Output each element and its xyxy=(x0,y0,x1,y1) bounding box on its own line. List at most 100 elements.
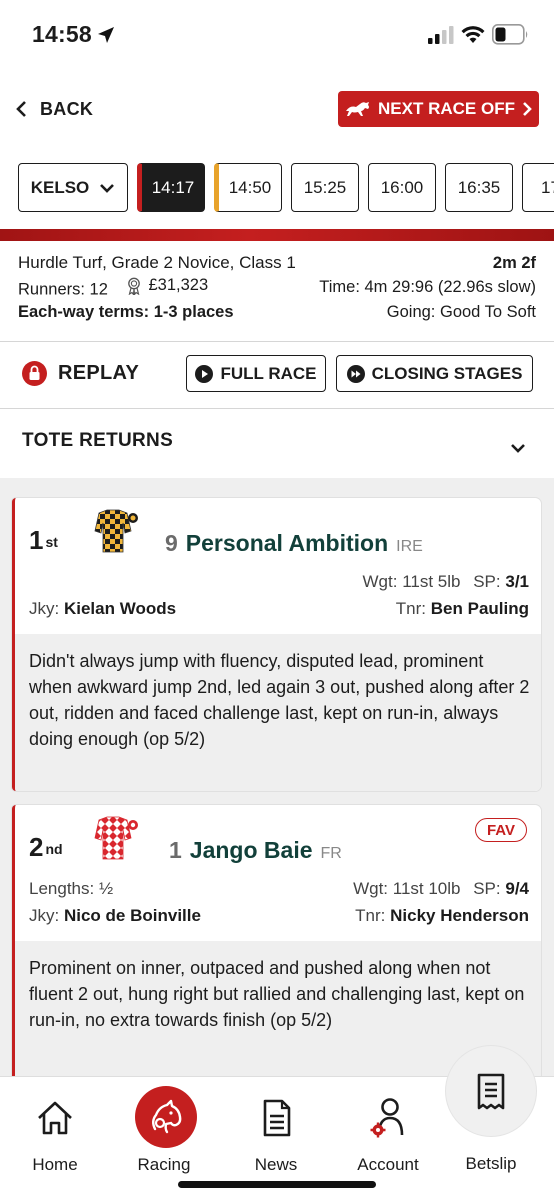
horse-line: 9 Personal Ambition IRE xyxy=(165,530,423,557)
race-time-chip[interactable]: 16:00 xyxy=(368,163,436,212)
race-comment: Didn't always jump with fluency, dispute… xyxy=(15,634,541,791)
chevron-down-icon xyxy=(511,444,525,453)
lengths-value: ½ xyxy=(98,879,114,898)
race-info: Hurdle Turf, Grade 2 Novice, Class 1 2m … xyxy=(18,251,536,325)
replay-row: REPLAY FULL RACE CLOSING STAGES xyxy=(20,352,540,396)
full-race-button[interactable]: FULL RACE xyxy=(186,355,326,392)
chevron-right-icon xyxy=(523,102,532,116)
lock-icon xyxy=(22,361,47,386)
horse-name[interactable]: Personal Ambition xyxy=(186,530,388,557)
sp-label: SP: xyxy=(473,879,501,898)
tab-home[interactable]: Home xyxy=(5,1077,105,1187)
weight-sp-row: Lengths: ½ Wgt: 11st 10lb SP: 9/4 xyxy=(29,879,529,899)
jockey-silks-icon xyxy=(94,816,138,860)
race-time-chip[interactable]: 14:50 xyxy=(214,163,282,212)
race-time-chip[interactable]: 14:17 xyxy=(137,163,205,212)
race-time-chip[interactable]: 15:25 xyxy=(291,163,359,212)
position-number: 1 xyxy=(29,525,44,555)
weight-value: 11st 5lb xyxy=(402,572,461,591)
race-time: Time: 4m 29:96 (22.96s slow) xyxy=(319,278,536,297)
jockey-silks-icon xyxy=(94,509,138,553)
trainer-label: Tnr: xyxy=(395,599,427,618)
position-number: 2 xyxy=(29,832,44,862)
each-way-terms: Each-way terms: 1-3 places xyxy=(18,302,234,321)
tote-returns-toggle[interactable]: TOTE RETURNS xyxy=(0,408,554,478)
horse-number: 9 xyxy=(165,530,178,556)
home-indicator xyxy=(178,1181,376,1188)
sp-value: 9/4 xyxy=(505,879,529,898)
going: Going: Good To Soft xyxy=(386,302,536,321)
tote-returns-label: TOTE RETURNS xyxy=(22,430,174,451)
jockey-label: Jky: xyxy=(29,599,60,618)
jockey-name: Nico de Boinville xyxy=(63,906,201,925)
favourite-badge: FAV xyxy=(475,818,527,842)
battery-icon xyxy=(492,24,528,45)
tab-news-label: News xyxy=(254,1155,298,1174)
trainer-label: Tnr: xyxy=(355,906,386,925)
horse-line: 1 Jango Baie FR xyxy=(169,837,342,864)
next-race-label: NEXT RACE OFF xyxy=(378,99,515,118)
position-suffix: nd xyxy=(45,841,63,857)
location-arrow-icon xyxy=(98,27,114,43)
chevron-down-icon xyxy=(100,183,115,193)
race-distance: 2m 2f xyxy=(492,253,536,272)
home-icon xyxy=(38,1101,72,1135)
sp-label: SP: xyxy=(473,572,501,591)
horse-country: FR xyxy=(320,845,342,862)
betslip-receipt-icon xyxy=(477,1073,505,1110)
tab-betslip[interactable]: Betslip xyxy=(446,1046,536,1173)
lengths-label: Lengths: xyxy=(29,879,95,898)
result-card[interactable]: 2nd FAV 1 Jango Baie FR Lengths: ½ Wgt: … xyxy=(12,805,541,1085)
full-race-label: FULL RACE xyxy=(220,363,317,383)
closing-stages-button[interactable]: CLOSING STAGES xyxy=(336,355,533,392)
trainer-name: Ben Pauling xyxy=(430,599,529,618)
play-icon xyxy=(195,364,214,383)
horse-head-icon xyxy=(152,1099,182,1134)
wifi-icon xyxy=(461,26,485,43)
finish-position: 2nd xyxy=(29,832,63,863)
tab-account-label: Account xyxy=(357,1155,419,1174)
race-time-selector: KELSO 14:17 14:50 15:25 16:00 16:35 17: xyxy=(18,163,554,213)
news-document-icon xyxy=(263,1099,291,1137)
course-dropdown[interactable]: KELSO xyxy=(18,163,128,212)
race-header-bar xyxy=(0,229,554,241)
jockey-label: Jky: xyxy=(29,906,60,925)
account-settings-icon xyxy=(370,1098,404,1138)
race-time-chip[interactable]: 16:35 xyxy=(445,163,513,212)
chevron-left-icon xyxy=(16,101,26,117)
prize-money: £31,323 xyxy=(148,276,209,294)
replay-label: REPLAY xyxy=(58,362,140,384)
trainer-name: Nicky Henderson xyxy=(390,906,529,925)
weight-label: Wgt: xyxy=(362,572,398,591)
jockey-trainer-row: Jky: Nico de Boinville Tnr: Nicky Hender… xyxy=(29,906,529,926)
tab-racing[interactable]: Racing xyxy=(114,1077,214,1187)
course-name: KELSO xyxy=(30,177,90,197)
runners-count: Runners: 12 xyxy=(18,280,108,299)
horse-name[interactable]: Jango Baie xyxy=(190,837,313,864)
race-title: Hurdle Turf, Grade 2 Novice, Class 1 xyxy=(18,253,296,273)
next-race-off-button[interactable]: NEXT RACE OFF xyxy=(338,91,539,127)
horse-number: 1 xyxy=(169,837,182,863)
tab-account[interactable]: Account xyxy=(338,1077,438,1187)
sp-value: 3/1 xyxy=(505,572,529,591)
racehorse-icon xyxy=(346,102,370,116)
finish-position: 1st xyxy=(29,525,58,556)
weight-sp-row: Wgt: 11st 5lb SP: 3/1 xyxy=(29,572,529,592)
tab-home-label: Home xyxy=(32,1155,78,1174)
result-card[interactable]: 1st 9 Personal Ambition IRE Wgt: 11st 5l… xyxy=(12,498,541,791)
tab-news[interactable]: News xyxy=(226,1077,326,1187)
back-button[interactable]: BACK xyxy=(14,94,93,124)
cellular-signal-icon xyxy=(428,26,454,44)
tab-racing-label: Racing xyxy=(137,1155,191,1174)
rosette-icon xyxy=(128,277,141,295)
weight-value: 11st 10lb xyxy=(392,879,461,898)
back-label: BACK xyxy=(40,98,94,119)
jockey-name: Kielan Woods xyxy=(63,599,177,618)
status-time: 14:58 xyxy=(32,21,92,47)
jockey-trainer-row: Jky: Kielan Woods Tnr: Ben Pauling xyxy=(29,599,529,619)
closing-stages-label: CLOSING STAGES xyxy=(371,363,523,383)
divider xyxy=(0,341,554,342)
weight-label: Wgt: xyxy=(353,879,389,898)
tab-betslip-label: Betslip xyxy=(465,1154,517,1173)
race-time-chip[interactable]: 17: xyxy=(522,163,554,212)
